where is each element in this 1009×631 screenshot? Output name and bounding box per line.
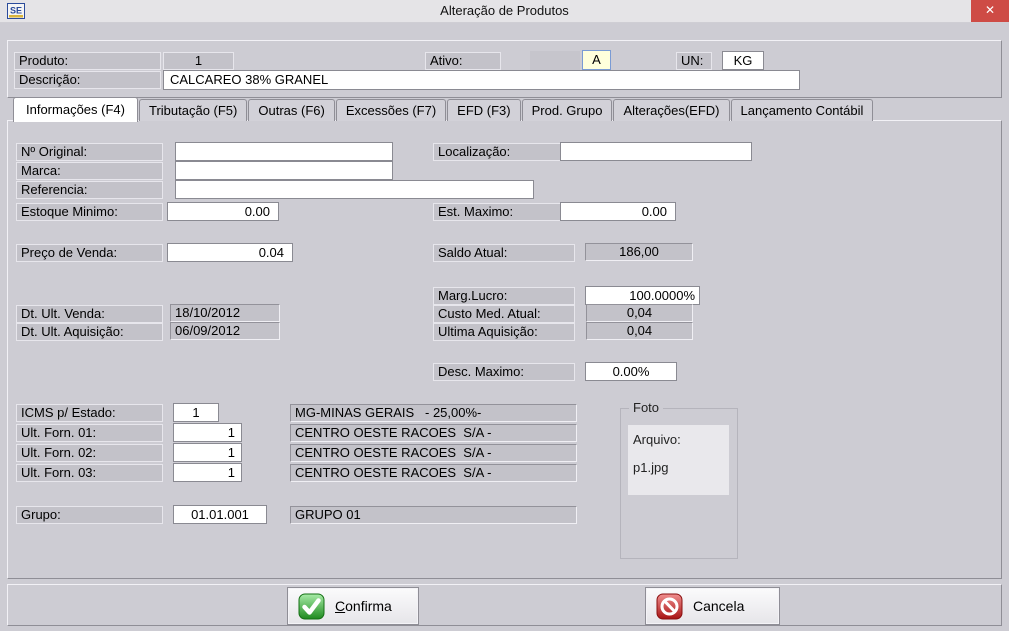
icms-estado-label: ICMS p/ Estado: — [16, 404, 163, 422]
saldo-atual-value: 186,00 — [585, 243, 693, 261]
custo-med-atual-value: 0,04 — [586, 304, 693, 322]
ultima-aquisicao-value: 0,04 — [586, 322, 693, 340]
ult-forn-03-label: Ult. Forn. 03: — [16, 464, 163, 482]
grupo-code-field[interactable]: 01.01.001 — [173, 505, 267, 524]
est-maximo-field[interactable]: 0.00 — [560, 202, 676, 221]
ult-forn-02-code-field[interactable]: 1 — [173, 443, 242, 462]
n-original-label: Nº Original: — [16, 143, 163, 161]
ult-forn-01-code-field[interactable]: 1 — [173, 423, 242, 442]
dt-ult-aquisicao-value: 06/09/2012 — [170, 322, 280, 340]
ult-forn-03-code-field[interactable]: 1 — [173, 463, 242, 482]
tab-informacoes[interactable]: Informações (F4) — [13, 97, 138, 122]
descricao-label: Descrição: — [14, 71, 161, 89]
foto-arquivo-panel: Arquivo: p1.jpg — [628, 425, 729, 495]
un-label: UN: — [676, 52, 712, 70]
preco-venda-label: Preço de Venda: — [16, 244, 163, 262]
estoque-minimo-label: Estoque Minimo: — [16, 203, 163, 221]
close-button[interactable]: ✕ — [971, 0, 1009, 22]
dt-ult-venda-label: Dt. Ult. Venda: — [16, 305, 163, 323]
tab-outras[interactable]: Outras (F6) — [248, 99, 334, 121]
icms-estado-desc: MG-MINAS GERAIS - 25,00%- — [290, 404, 577, 422]
desc-maximo-label: Desc. Maximo: — [433, 363, 575, 381]
grupo-desc: GRUPO 01 — [290, 506, 577, 524]
ult-forn-01-label: Ult. Forn. 01: — [16, 424, 163, 442]
grupo-label: Grupo: — [16, 506, 163, 524]
ult-forn-02-desc: CENTRO OESTE RACOES S/A - — [290, 444, 577, 462]
estoque-minimo-field[interactable]: 0.00 — [167, 202, 279, 221]
tab-bar: Informações (F4) Tributação (F5) Outras … — [13, 97, 874, 121]
ult-forn-02-label: Ult. Forn. 02: — [16, 444, 163, 462]
est-maximo-label: Est. Maximo: — [433, 203, 575, 221]
dt-ult-aquisicao-label: Dt. Ult. Aquisição: — [16, 323, 163, 341]
alteracao-produtos-window: SE Alteração de Produtos ✕ Produto: 1 At… — [0, 0, 1009, 631]
cancel-slash-icon — [656, 593, 683, 620]
cancela-button-label: Cancela — [693, 598, 744, 614]
ultima-aquisicao-label: Ultima Aquisição: — [433, 323, 575, 341]
preco-venda-field[interactable]: 0.04 — [167, 243, 293, 262]
tab-excessoes[interactable]: Excessões (F7) — [336, 99, 446, 121]
referencia-label: Referencia: — [16, 181, 163, 199]
tab-alteracoes-efd[interactable]: Alterações(EFD) — [613, 99, 729, 121]
localizacao-label: Localização: — [433, 143, 575, 161]
bottom-bar — [7, 584, 1002, 626]
icms-estado-code-field[interactable]: 1 — [173, 403, 219, 422]
produto-label: Produto: — [14, 52, 161, 70]
marca-label: Marca: — [16, 162, 163, 180]
arquivo-value: p1.jpg — [633, 460, 668, 475]
window-title: Alteração de Produtos — [0, 0, 1009, 22]
dt-ult-venda-value: 18/10/2012 — [170, 304, 280, 322]
tab-lancamento-contabil[interactable]: Lançamento Contábil — [731, 99, 874, 121]
marg-lucro-field[interactable]: 100.0000% — [585, 286, 700, 305]
confirm-check-icon — [298, 593, 325, 620]
custo-med-atual-label: Custo Med. Atual: — [433, 305, 575, 323]
title-bar: SE Alteração de Produtos ✕ — [0, 0, 1009, 23]
confirma-button-label: Confirma — [335, 598, 392, 614]
n-original-field[interactable] — [175, 142, 393, 161]
ativo-spacer-box — [530, 51, 580, 70]
ult-forn-01-desc: CENTRO OESTE RACOES S/A - — [290, 424, 577, 442]
marca-field[interactable] — [175, 161, 393, 180]
descricao-field[interactable]: CALCAREO 38% GRANEL — [163, 70, 800, 90]
tab-efd[interactable]: EFD (F3) — [447, 99, 520, 121]
ativo-label: Ativo: — [425, 52, 501, 70]
localizacao-field[interactable] — [560, 142, 752, 161]
ativo-field[interactable]: A — [582, 50, 611, 70]
tab-tributacao[interactable]: Tributação (F5) — [139, 99, 247, 121]
ult-forn-03-desc: CENTRO OESTE RACOES S/A - — [290, 464, 577, 482]
referencia-field[interactable] — [175, 180, 534, 199]
un-field[interactable]: KG — [722, 51, 764, 70]
tab-prod-grupo[interactable]: Prod. Grupo — [522, 99, 613, 121]
saldo-atual-label: Saldo Atual: — [433, 244, 575, 262]
cancela-button[interactable]: Cancela — [645, 587, 780, 625]
desc-maximo-field[interactable]: 0.00% — [585, 362, 677, 381]
marg-lucro-label: Marg.Lucro: — [433, 287, 575, 305]
arquivo-label: Arquivo: — [633, 432, 681, 447]
foto-group-label: Foto — [629, 401, 663, 415]
confirma-button[interactable]: Confirma — [287, 587, 419, 625]
produto-value: 1 — [163, 52, 234, 70]
